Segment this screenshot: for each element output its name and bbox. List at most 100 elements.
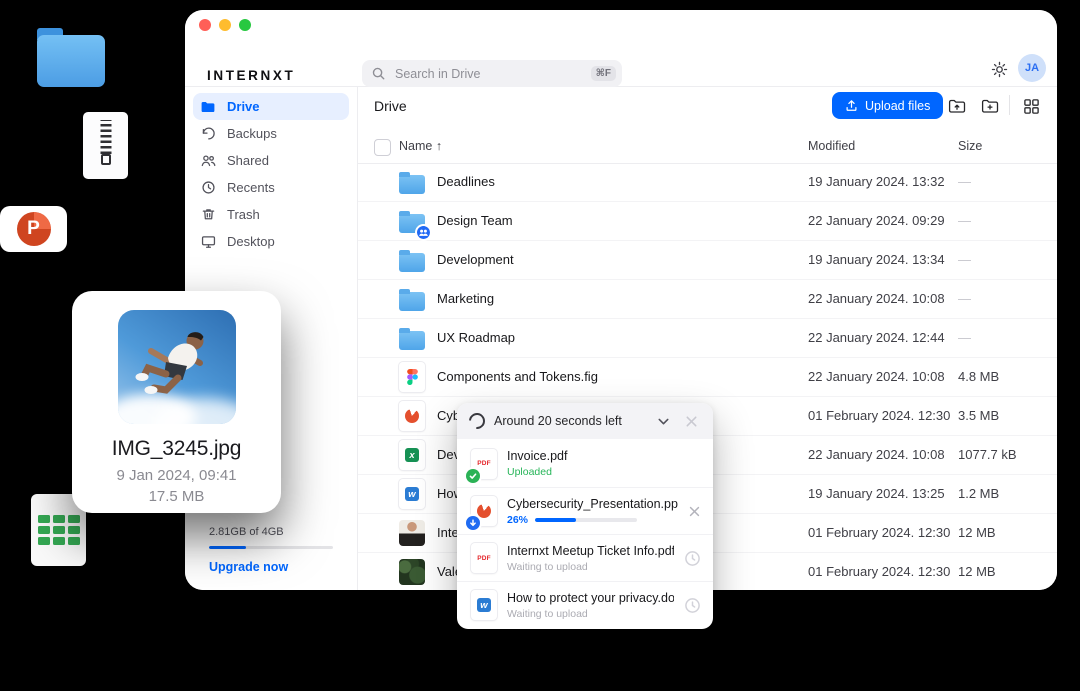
search-shortcut-badge: ⌘F [591,66,616,81]
zipper-teeth [100,120,111,154]
file-name: Marketing [437,291,494,306]
photo-person-thumbnail [399,520,425,546]
uploaded-check-icon [466,469,480,483]
clock-icon [199,179,217,196]
search-input[interactable] [393,66,583,82]
file-modified: 22 January 2024. 10:08 [808,291,945,306]
upload-button-label: Upload files [865,99,930,113]
toolbar-divider [1009,95,1010,115]
file-size: 4.8 MB [958,369,999,384]
upload-item: w How to protect your privacy.doc Waitin… [457,581,713,628]
settings-gear-icon[interactable] [988,58,1010,80]
desktop-folder-icon[interactable] [37,28,105,88]
file-modified: 22 January 2024. 10:08 [808,369,945,384]
column-header-name[interactable]: Name ↑ [399,139,442,153]
collapse-popup-chevron-icon[interactable] [654,412,673,431]
grid-view-icon[interactable] [1020,95,1042,117]
file-size: — [958,213,971,228]
file-size: — [958,252,971,267]
search-bar[interactable]: ⌘F [362,60,622,87]
folder-body [37,35,105,87]
upload-icon [845,99,858,112]
new-folder-icon[interactable] [979,95,1001,117]
table-row[interactable]: Components and Tokens.fig 22 January 202… [358,358,1057,397]
upload-status-text: Around 20 seconds left [494,414,645,428]
monitor-icon [199,233,217,250]
uploading-arrow-icon [466,516,480,530]
file-size: 1.2 MB [958,486,999,501]
storage-usage-label: 2.81GB of 4GB [209,526,333,538]
sidebar-item-label: Shared [227,153,269,168]
zoom-window-button[interactable] [239,19,251,31]
file-modified: 19 January 2024. 13:25 [808,486,945,501]
sidebar-item-desktop[interactable]: Desktop [193,228,349,255]
app-header: INTERNXT ⌘F JA [185,10,1057,87]
sidebar-item-drive[interactable]: Drive [193,93,349,120]
sidebar-item-trash[interactable]: Trash [193,201,349,228]
file-modified: 19 January 2024. 13:34 [808,252,945,267]
upload-item: Cybersecurity_Presentation.ppt 26% [457,487,713,534]
image-filename: IMG_3245.jpg [72,437,281,461]
minimize-window-button[interactable] [219,19,231,31]
column-header-size[interactable]: Size [958,139,982,153]
table-row[interactable]: UX Roadmap 22 January 2024. 12:44 — [358,319,1057,358]
people-icon [199,152,217,169]
image-date: 9 Jan 2024, 09:41 [72,467,281,484]
storage-progress-fill [209,546,246,549]
column-header-modified[interactable]: Modified [808,139,855,153]
file-size: — [958,330,971,345]
storage-section: 2.81GB of 4GB Upgrade now [209,526,333,574]
storage-progress-bar [209,546,333,549]
file-modified: 01 February 2024. 12:30 [808,525,950,540]
table-header: Name ↑ Modified Size [358,133,1057,164]
sidebar-item-shared[interactable]: Shared [193,147,349,174]
upgrade-now-link[interactable]: Upgrade now [209,560,333,574]
upload-item: PDF Internxt Meetup Ticket Info.pdf Wait… [457,534,713,581]
upload-progress-popup: Around 20 seconds left PDF Invoice.pdf U… [457,403,713,629]
upload-item-name: Internxt Meetup Ticket Info.pdf [507,544,674,558]
file-modified: 01 February 2024. 12:30 [808,408,950,423]
file-modified: 01 February 2024. 12:30 [808,564,950,579]
powerpoint-file-icon [399,401,425,431]
photo-thumbnail [118,310,236,424]
internxt-logo: INTERNXT [207,68,295,83]
user-avatar[interactable]: JA [1018,54,1046,82]
upload-item-status: Uploaded [507,466,552,478]
sidebar-item-backups[interactable]: Backups [193,120,349,147]
sidebar-item-label: Trash [227,207,260,222]
word-file-icon: w [471,590,497,620]
table-row[interactable]: Development 19 January 2024. 13:34 — [358,241,1057,280]
image-preview-card[interactable]: IMG_3245.jpg 9 Jan 2024, 09:41 17.5 MB [72,291,281,513]
table-row[interactable]: Marketing 22 January 2024. 10:08 — [358,280,1057,319]
file-size: — [958,174,971,189]
zip-file-icon[interactable] [83,112,128,179]
powerpoint-file-icon[interactable]: P [0,206,67,252]
upload-item-status: Waiting to upload [507,561,588,573]
sidebar-item-label: Drive [227,99,260,114]
file-modified: 22 January 2024. 12:44 [808,330,945,345]
file-modified: 22 January 2024. 09:29 [808,213,945,228]
pdf-file-icon: PDF [471,543,497,573]
file-modified: 19 January 2024. 13:32 [808,174,945,189]
shared-badge-icon [417,226,430,239]
close-popup-icon[interactable] [682,412,701,431]
upload-folder-icon[interactable] [946,95,968,117]
file-name: Inte [437,525,459,540]
table-row[interactable]: Deadlines 19 January 2024. 13:32 — [358,163,1057,202]
desktop-background: P INTERNXT ⌘F JA [0,0,1080,691]
upload-files-button[interactable]: Upload files [832,92,943,119]
spreadsheet-grid [38,515,80,545]
file-size: 3.5 MB [958,408,999,423]
table-row[interactable]: Design Team 22 January 2024. 09:29 — [358,202,1057,241]
waiting-clock-icon [684,597,701,614]
file-size: — [958,291,971,306]
photo-plant-thumbnail [399,559,425,585]
sidebar-item-recents[interactable]: Recents [193,174,349,201]
close-window-button[interactable] [199,19,211,31]
waiting-clock-icon [684,550,701,567]
cancel-upload-icon[interactable] [688,505,701,518]
select-all-checkbox[interactable] [374,139,391,156]
trash-icon [199,206,217,223]
sidebar-nav: Drive Backups Shared Recents Trash Deskt… [185,93,357,255]
file-size: 12 MB [958,564,996,579]
